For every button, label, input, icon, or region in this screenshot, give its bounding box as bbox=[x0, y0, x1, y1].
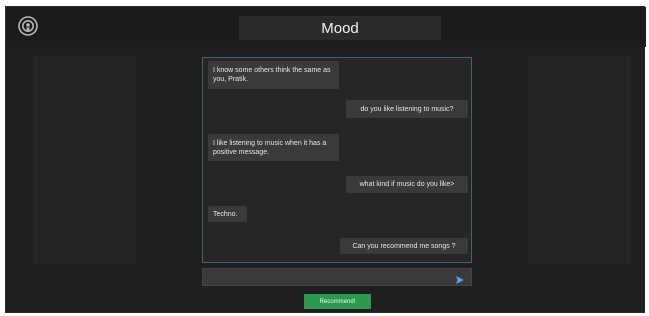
chat-message-bot: I know some others think the same as you… bbox=[208, 61, 339, 89]
chat-message-bot: I like listening to music when it has a … bbox=[208, 134, 339, 161]
send-icon[interactable] bbox=[455, 272, 465, 284]
chat-window: I know some others think the same as you… bbox=[202, 57, 472, 263]
app-window: Mood I know some others think the same a… bbox=[5, 6, 646, 313]
chat-message-user: what kind if music do you like> bbox=[346, 176, 468, 193]
message-input[interactable] bbox=[202, 268, 472, 286]
app-title: Mood bbox=[239, 16, 441, 40]
chat-message-bot: Techno. bbox=[208, 206, 247, 222]
chat-message-user: Can you recommend me songs ? bbox=[340, 238, 468, 254]
top-bar: Mood bbox=[6, 7, 646, 47]
recommend-button[interactable]: Recommend! bbox=[304, 294, 371, 309]
right-panel bbox=[528, 57, 631, 263]
left-panel bbox=[33, 57, 136, 263]
podcast-icon[interactable] bbox=[17, 15, 39, 37]
chat-message-user: do you like listening to music? bbox=[346, 100, 468, 118]
